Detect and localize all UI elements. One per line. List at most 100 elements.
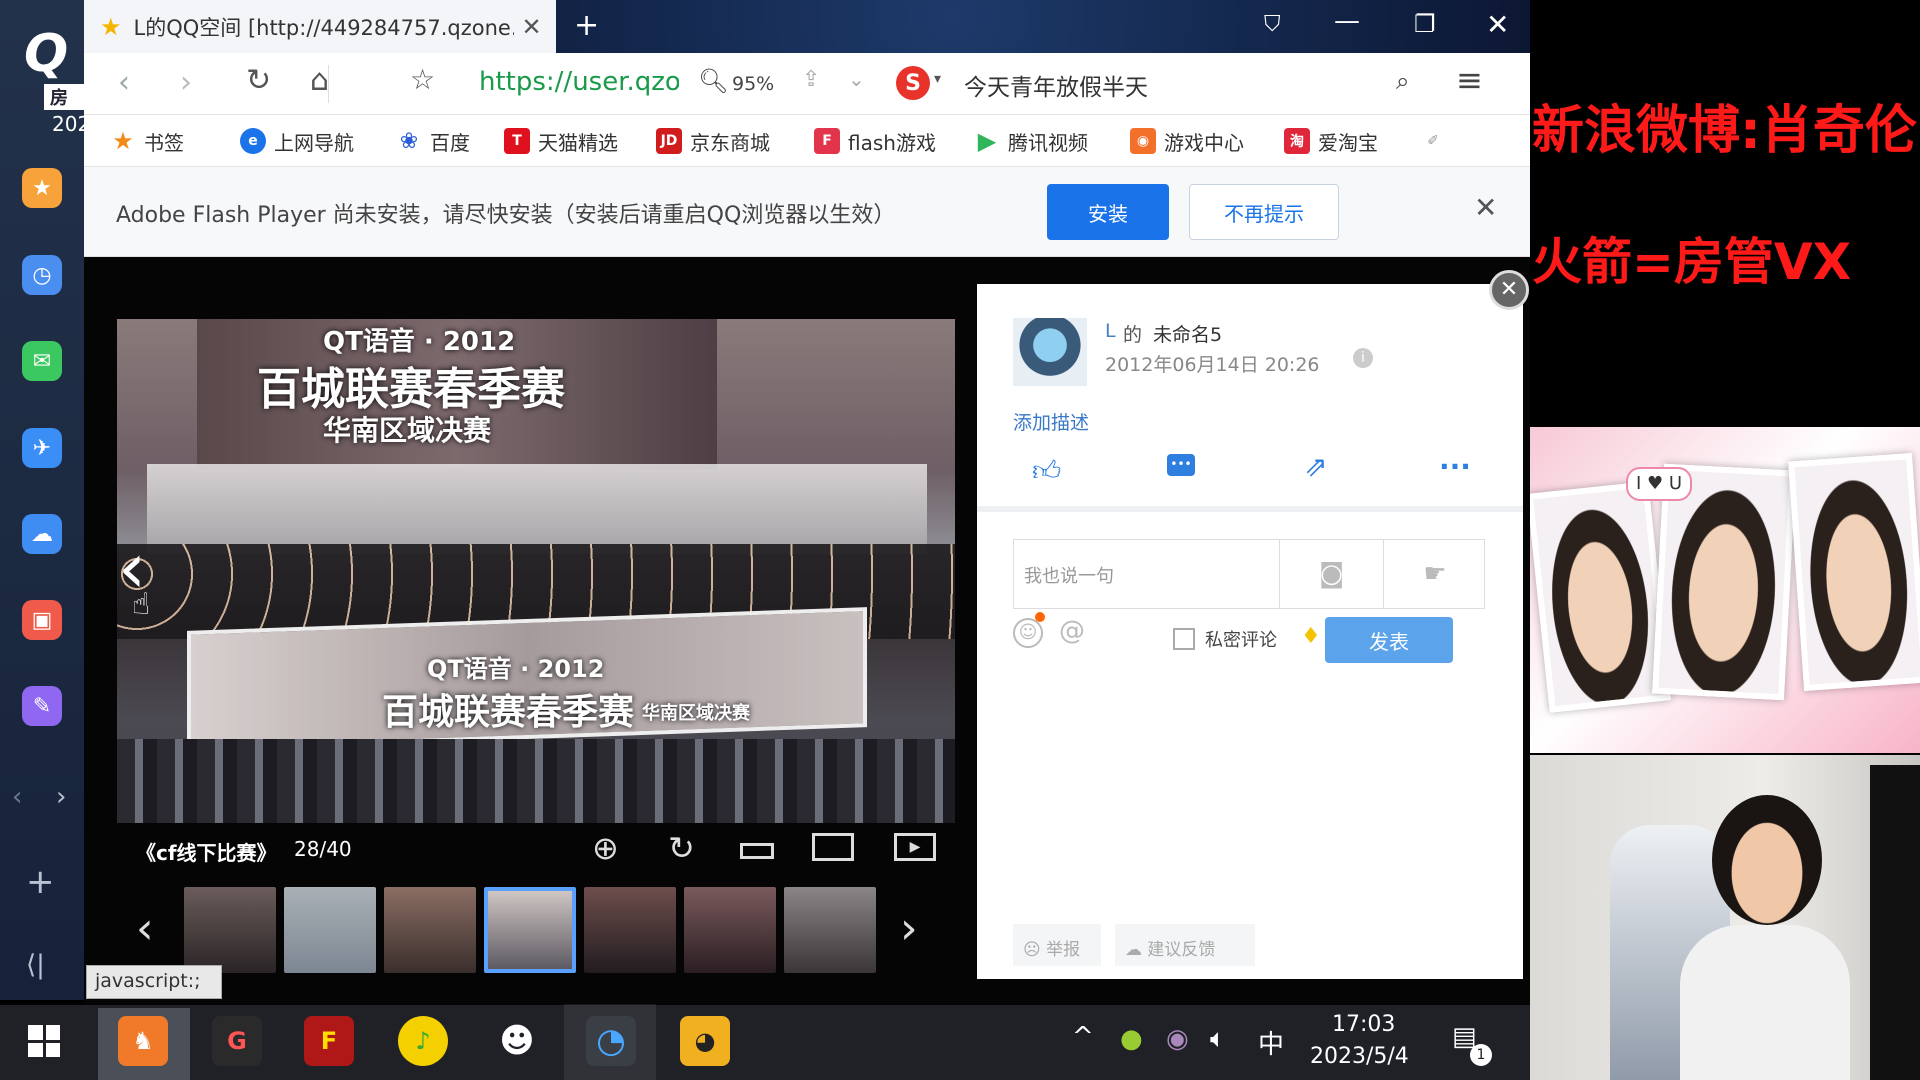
overlay-vx-text: 火箭=房管VX — [1532, 233, 1852, 291]
more-icon[interactable]: ··· — [1439, 450, 1471, 483]
g-app-icon[interactable]: G — [212, 1016, 262, 1066]
post-button[interactable]: 发表 — [1325, 617, 1453, 663]
bookmark-more[interactable]: ✐ — [1420, 126, 1454, 156]
search-icon[interactable]: ⌕ — [1396, 67, 1409, 95]
dock-add-icon[interactable]: + — [26, 862, 55, 902]
bookmark-item[interactable]: JD 京东商城 — [656, 126, 770, 156]
tray-game-icon[interactable]: ◉ — [1166, 1024, 1189, 1054]
comment-icon[interactable]: ••• — [1167, 454, 1195, 476]
close-viewer-icon[interactable]: ✕ — [1489, 270, 1529, 310]
photo-app-icon[interactable]: ▣ — [22, 600, 62, 640]
search-input[interactable]: 今天青年放假半天 — [964, 68, 1148, 102]
star-app-icon[interactable]: ★ — [22, 168, 62, 208]
menu-icon[interactable]: ≡ — [1456, 61, 1483, 99]
tab-qzone[interactable]: ★ L的QQ空间 [http://449284757.qzone.qq.com]… — [84, 0, 556, 53]
rotate-icon[interactable]: ↻ — [668, 829, 695, 867]
zoom-icon[interactable]: 🔍︎ — [698, 67, 728, 95]
camera-icon[interactable]: ◙ — [1280, 540, 1384, 608]
thumbnail-selected[interactable] — [484, 887, 576, 973]
dismiss-button[interactable]: 不再提示 — [1189, 184, 1339, 240]
yy-app-icon[interactable]: ◕ — [680, 1016, 730, 1066]
bookmark-item[interactable]: 淘爱淘宝 — [1284, 126, 1378, 156]
thumbnail[interactable] — [384, 887, 476, 973]
feedback-button[interactable]: ☁ 建议反馈 — [1115, 924, 1255, 966]
like-icon[interactable]: 👍︎ — [1032, 454, 1061, 488]
edit-app-icon[interactable]: ✎ — [22, 686, 62, 726]
cursor-hand-icon: ☝ — [132, 587, 151, 622]
thumbs-next-icon[interactable]: › — [900, 903, 918, 954]
thumbnail[interactable] — [684, 887, 776, 973]
dock-next-icon[interactable]: › — [56, 782, 66, 812]
share-photo-icon[interactable]: ⇗ — [1304, 450, 1327, 483]
bookmark-item[interactable]: Fflash游戏 — [814, 126, 936, 156]
clock-date[interactable]: 2023/5/4 — [1310, 1044, 1409, 1069]
zoom-in-icon[interactable]: ⊕ — [592, 829, 619, 867]
thumbs-prev-icon[interactable]: ‹ — [136, 903, 154, 954]
owner-connector: 的 — [1123, 324, 1143, 346]
monitor-edge — [1870, 765, 1920, 1080]
game-app-icon[interactable]: ♞ — [118, 1016, 168, 1066]
dropdown-icon[interactable]: ⌄ — [848, 67, 865, 91]
taskbar-open-highlight — [564, 1004, 656, 1080]
cloud-app-icon[interactable]: ☁ — [22, 514, 62, 554]
volume-icon[interactable]: 🔈︎ — [1210, 1024, 1226, 1055]
bookmark-item[interactable]: ◉ 游戏中心 — [1130, 126, 1244, 156]
cf-app-icon[interactable]: F — [304, 1016, 354, 1066]
tray-music-icon[interactable]: ● — [1120, 1024, 1143, 1054]
bookmark-item[interactable]: ▶ 腾讯视频 — [974, 126, 1088, 156]
install-button[interactable]: 安装 — [1047, 184, 1169, 240]
dock-prev-icon[interactable]: ‹ — [12, 782, 22, 812]
clock-time[interactable]: 17:03 — [1332, 1012, 1395, 1037]
engine-caret-icon[interactable]: ▾ — [934, 71, 941, 87]
avatar[interactable] — [1013, 318, 1087, 386]
owner-link[interactable]: L — [1105, 320, 1116, 342]
private-checkbox[interactable] — [1173, 628, 1195, 650]
fullscreen-icon[interactable] — [812, 833, 854, 861]
start-button[interactable] — [28, 1025, 60, 1057]
close-notice-icon[interactable]: ✕ — [1474, 191, 1497, 224]
ime-indicator[interactable]: 中 — [1258, 1024, 1284, 1061]
chat-app-icon[interactable]: ✉ — [22, 341, 62, 381]
favorite-icon[interactable]: ☆ — [410, 63, 435, 96]
mention-icon[interactable]: @ — [1059, 616, 1085, 646]
minimize-icon[interactable]: — — [1334, 6, 1360, 36]
bookmark-folder[interactable]: ★ 书签 — [110, 126, 184, 156]
info-icon[interactable]: i — [1353, 348, 1373, 368]
album-title[interactable]: 未命名5 — [1153, 320, 1222, 347]
back-icon[interactable]: ‹ — [118, 65, 130, 100]
tray-expand-icon[interactable]: ^ — [1072, 1022, 1094, 1052]
comment-input[interactable]: 我也说一句 — [1014, 540, 1280, 608]
add-description-link[interactable]: 添加描述 — [1013, 408, 1089, 435]
reload-icon[interactable]: ↻ — [246, 63, 271, 98]
notification-count: 1 — [1470, 1044, 1492, 1066]
shirt-icon[interactable]: ⛉ — [1264, 12, 1281, 37]
send-app-icon[interactable]: ✈ — [22, 428, 62, 468]
photo-image: QT语音 · 2012 百城联赛春季赛 华南区域决赛 QT语音 · 2012 百… — [117, 319, 955, 823]
home-icon[interactable]: ⌂ — [310, 63, 329, 98]
forward-icon[interactable]: › — [180, 65, 192, 100]
fit-icon[interactable] — [740, 843, 774, 859]
qq-app-icon[interactable]: ☻ — [492, 1016, 542, 1066]
report-button[interactable]: ☹ 举报 — [1013, 924, 1101, 966]
music-app-icon[interactable]: ♪ — [398, 1016, 448, 1066]
thumbnail[interactable] — [284, 887, 376, 973]
close-window-icon[interactable]: ✕ — [1486, 8, 1509, 41]
tag-icon[interactable]: ☛ — [1384, 540, 1486, 608]
address-input[interactable]: https://user.qzone — [479, 67, 679, 97]
search-engine-icon[interactable]: S — [896, 66, 930, 100]
emoji-icon[interactable]: ☺ — [1013, 618, 1043, 648]
clock-app-icon[interactable]: ◷ — [22, 255, 62, 295]
close-tab-icon[interactable]: ✕ — [522, 13, 542, 41]
thumbnail[interactable] — [184, 887, 276, 973]
thumbnail[interactable] — [784, 887, 876, 973]
new-tab-icon[interactable]: + — [574, 8, 599, 43]
bookmark-item[interactable]: e 上网导航 — [240, 126, 354, 156]
bookmark-item[interactable]: ❀ 百度 — [396, 126, 470, 156]
slideshow-icon[interactable]: ▶ — [894, 833, 936, 861]
thumbnail[interactable] — [584, 887, 676, 973]
restore-icon[interactable]: ❐ — [1414, 10, 1436, 38]
bookmark-item[interactable]: T 天猫精选 — [504, 126, 618, 156]
share-icon[interactable]: ⇪ — [802, 67, 820, 92]
dock-collapse-icon[interactable]: ⟨| — [26, 950, 45, 980]
zoom-level[interactable]: 95% — [732, 73, 774, 95]
